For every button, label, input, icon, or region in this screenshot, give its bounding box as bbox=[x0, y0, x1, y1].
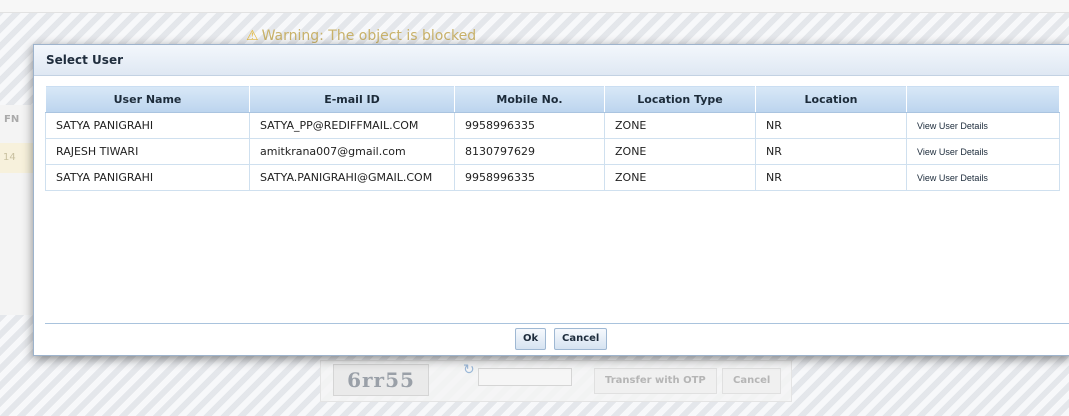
select-user-dialog: Select User User Name E-mail ID Mobile N… bbox=[33, 44, 1069, 356]
cell-email: SATYA.PANIGRAHI@GMAIL.COM bbox=[249, 164, 455, 191]
warning-text: Warning: The object is blocked bbox=[261, 28, 477, 44]
table-row[interactable]: RAJESH TIWARI amitkrana007@gmail.com 813… bbox=[45, 138, 1060, 165]
column-header-mobile[interactable]: Mobile No. bbox=[454, 85, 605, 113]
transfer-with-otp-button[interactable]: Transfer with OTP bbox=[594, 368, 717, 394]
cell-user-name: SATYA PANIGRAHI bbox=[45, 164, 250, 191]
column-header-location[interactable]: Location bbox=[755, 85, 907, 113]
ok-button[interactable]: Ok bbox=[515, 328, 547, 350]
background-top-bar bbox=[0, 0, 1069, 13]
refresh-captcha-icon[interactable]: ↻ bbox=[463, 362, 475, 378]
cell-mobile: 9958996335 bbox=[454, 164, 605, 191]
table-row[interactable]: SATYA PANIGRAHI SATYA_PP@REDIFFMAIL.COM … bbox=[45, 112, 1060, 139]
cell-user-name: RAJESH TIWARI bbox=[45, 138, 250, 165]
background-cancel-button[interactable]: Cancel bbox=[722, 368, 782, 394]
column-header-location-type[interactable]: Location Type bbox=[604, 85, 756, 113]
view-user-details-link[interactable]: View User Details bbox=[906, 138, 1060, 165]
cell-mobile: 8130797629 bbox=[454, 138, 605, 165]
view-user-details-link[interactable]: View User Details bbox=[906, 164, 1060, 191]
cell-location-type: ZONE bbox=[604, 164, 756, 191]
view-user-details-link[interactable]: View User Details bbox=[906, 112, 1060, 139]
table-row[interactable]: SATYA PANIGRAHI SATYA.PANIGRAHI@GMAIL.CO… bbox=[45, 164, 1060, 191]
cell-email: SATYA_PP@REDIFFMAIL.COM bbox=[249, 112, 455, 139]
cell-user-name: SATYA PANIGRAHI bbox=[45, 112, 250, 139]
background-row-number: 14 bbox=[3, 152, 16, 163]
cell-email: amitkrana007@gmail.com bbox=[249, 138, 455, 165]
dialog-footer-divider bbox=[45, 323, 1069, 324]
cell-location: NR bbox=[755, 138, 907, 165]
table-header-row: User Name E-mail ID Mobile No. Location … bbox=[45, 85, 1060, 113]
cell-location-type: ZONE bbox=[604, 138, 756, 165]
user-table: User Name E-mail ID Mobile No. Location … bbox=[45, 85, 1060, 191]
background-panel bbox=[0, 105, 35, 315]
background-column-label: FN bbox=[4, 114, 20, 125]
column-header-email[interactable]: E-mail ID bbox=[249, 85, 455, 113]
cell-location-type: ZONE bbox=[604, 112, 756, 139]
captcha-image: 6rr55 bbox=[333, 364, 429, 396]
cell-mobile: 9958996335 bbox=[454, 112, 605, 139]
captcha-input[interactable] bbox=[478, 368, 572, 386]
cell-location: NR bbox=[755, 112, 907, 139]
cancel-button[interactable]: Cancel bbox=[554, 328, 608, 350]
warning-banner: ⚠ Warning: The object is blocked bbox=[246, 28, 476, 44]
cell-location: NR bbox=[755, 164, 907, 191]
warning-icon: ⚠ bbox=[246, 28, 259, 44]
column-header-user-name[interactable]: User Name bbox=[45, 85, 250, 113]
column-header-actions bbox=[906, 85, 1060, 113]
dialog-title: Select User bbox=[34, 45, 1069, 76]
